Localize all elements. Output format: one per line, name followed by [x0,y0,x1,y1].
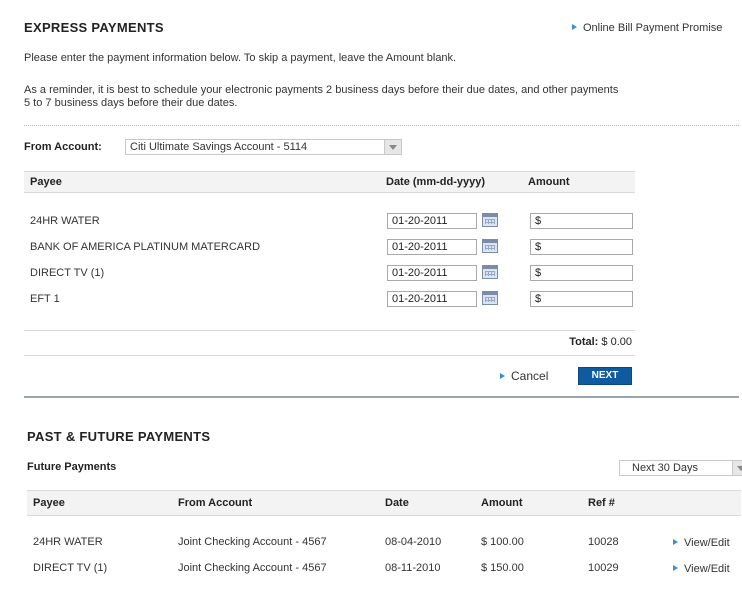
payment-date-input[interactable] [387,213,477,229]
online-bill-payment-promise-link[interactable]: Online Bill Payment Promise [572,22,722,34]
payee-name: DIRECT TV (1) [33,562,108,574]
ref-number: 10029 [588,562,619,574]
divider [24,355,635,356]
col-payee: Payee [33,497,65,509]
payment-amount: $ 100.00 [481,536,524,548]
amount-input[interactable] [530,265,633,281]
col-ref: Ref # [588,497,615,509]
col-amount: Amount [481,497,523,509]
payee-name: 24HR WATER [33,536,103,548]
express-table-header: Payee Date (mm-dd-yyyy) Amount [24,171,635,193]
table-row: BANK OF AMERICA PLATINUM MATERCARD [24,238,644,258]
total-display: Total: $ 0.00 [520,336,632,348]
future-table-header: Payee From Account Date Amount Ref # [27,490,741,516]
col-amount: Amount [528,176,570,188]
payment-date-input[interactable] [387,291,477,307]
total-value: $ 0.00 [601,336,632,348]
from-account: Joint Checking Account - 4567 [178,562,327,574]
payment-date-input[interactable] [387,265,477,281]
calendar-icon[interactable] [482,265,498,279]
amount-input[interactable] [530,239,633,255]
instructions-text: Please enter the payment information bel… [24,52,457,64]
triangle-right-icon [500,372,505,379]
view-edit-label: View/Edit [684,537,730,549]
reminder-text-line1: As a reminder, it is best to schedule yo… [24,84,619,96]
payment-date: 08-04-2010 [385,536,442,548]
triangle-right-icon [673,565,678,572]
reminder-text-line2: 5 to 7 business days before their due da… [24,97,238,109]
col-from-account: From Account [178,497,253,509]
payment-date: 08-11-2010 [385,562,441,574]
calendar-icon[interactable] [482,239,498,253]
divider [24,125,739,126]
from-account-select[interactable]: Citi Ultimate Savings Account - 5114 [125,139,402,155]
col-date: Date [385,497,409,509]
calendar-icon[interactable] [482,291,498,305]
payee-name: BANK OF AMERICA PLATINUM MATERCARD [30,241,261,253]
table-row: EFT 1 [24,290,644,310]
table-row: DIRECT TV (1) [24,264,644,284]
view-edit-link[interactable]: View/Edit [673,537,730,549]
payment-date-input[interactable] [387,239,477,255]
payee-name: DIRECT TV (1) [30,267,105,279]
cancel-link[interactable]: Cancel [500,369,548,383]
view-edit-label: View/Edit [684,563,730,575]
total-label: Total: [569,336,599,348]
triangle-right-icon [673,539,678,546]
table-row: DIRECT TV (1) Joint Checking Account - 4… [27,561,741,577]
next-button[interactable]: NEXT [578,367,632,385]
ref-number: 10028 [588,536,619,548]
express-payments-title: EXPRESS PAYMENTS [24,20,164,35]
future-payments-subtitle: Future Payments [27,461,117,473]
chevron-down-icon [384,140,401,154]
calendar-icon[interactable] [482,213,498,227]
table-row: 24HR WATER [24,212,644,232]
payee-name: 24HR WATER [30,215,100,227]
date-range-value: Next 30 Days [632,462,699,474]
col-payee: Payee [30,176,62,188]
from-account-label: From Account: [24,141,102,153]
col-date: Date (mm-dd-yyyy) [386,176,486,188]
chevron-down-icon [732,461,742,475]
payee-name: EFT 1 [30,293,60,305]
cancel-label: Cancel [511,369,549,383]
promise-link-label: Online Bill Payment Promise [583,22,723,34]
payment-amount: $ 150.00 [481,562,524,574]
from-account: Joint Checking Account - 4567 [178,536,327,548]
amount-input[interactable] [530,291,633,307]
triangle-right-icon [572,24,577,31]
section-separator [24,396,739,398]
divider [24,330,635,331]
past-future-payments-title: PAST & FUTURE PAYMENTS [27,429,211,444]
from-account-value: Citi Ultimate Savings Account - 5114 [130,141,308,153]
date-range-select[interactable]: Next 30 Days [619,460,742,476]
table-row: 24HR WATER Joint Checking Account - 4567… [27,535,741,551]
view-edit-link[interactable]: View/Edit [673,563,730,575]
amount-input[interactable] [530,213,633,229]
